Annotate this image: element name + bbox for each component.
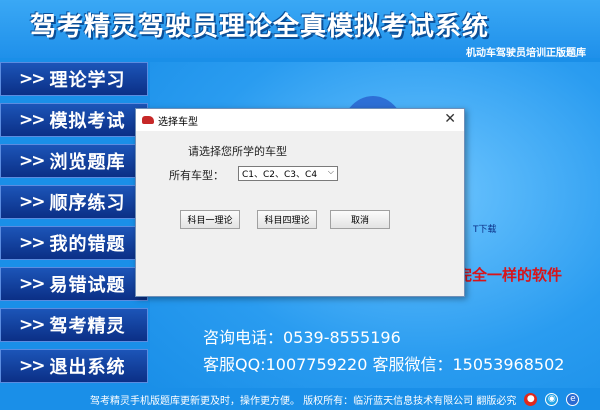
double-chevron-icon: >>	[19, 233, 45, 253]
nav-sequential-practice[interactable]: >> 顺序练习	[0, 185, 148, 219]
car-icon	[142, 116, 154, 124]
nav-label: 浏览题库	[49, 152, 126, 173]
nav-browse-bank[interactable]: >> 浏览题库	[0, 144, 148, 178]
footer: 驾考精灵手机版题库更新更及时，操作更方便。 版权所有：临沂蓝天信息技术有限公司 …	[0, 388, 600, 410]
dialog-title: 选择车型	[158, 116, 198, 128]
dialog-prompt: 请选择您所学的车型	[188, 145, 287, 158]
contact-qq-wechat: 客服QQ:1007759220 客服微信：15053968502	[203, 355, 565, 374]
nav-theory-study[interactable]: >> 理论学习	[0, 62, 148, 96]
double-chevron-icon: >>	[19, 69, 45, 89]
double-chevron-icon: >>	[19, 110, 45, 130]
nav-exit-system[interactable]: >> 退出系统	[0, 349, 148, 383]
nav-my-mistakes[interactable]: >> 我的错题	[0, 226, 148, 260]
nav-label: 理论学习	[49, 70, 126, 91]
nav-label: 顺序练习	[49, 193, 126, 214]
nav-mock-exam[interactable]: >> 模拟考试	[0, 103, 148, 137]
chevron-down-icon: ⌵	[327, 167, 334, 176]
app-subtitle: 机动车驾驶员培训正版题库	[466, 48, 586, 59]
browser-icon[interactable]: e	[566, 392, 580, 406]
subject1-theory-button[interactable]: 科目一理论	[180, 210, 240, 229]
nav-label: 模拟考试	[49, 111, 126, 132]
nav-label: 驾考精灵	[49, 316, 126, 337]
nav-label: 我的错题	[49, 234, 126, 255]
sidebar: >> 理论学习 >> 模拟考试 >> 浏览题库 >> 顺序练习 >> 我的错题 …	[0, 62, 150, 390]
tagline: 完全一样的软件	[457, 266, 563, 284]
weibo-icon[interactable]: ●	[524, 392, 538, 406]
subject4-theory-button[interactable]: 科目四理论	[257, 210, 317, 229]
contact-phone: 咨询电话：0539-8555196	[203, 328, 401, 347]
app-title: 驾考精灵驾驶员理论全真模拟考试系统	[30, 12, 490, 42]
vehicle-type-label: 所有车型：	[169, 169, 224, 182]
vehicle-type-value: C1、C2、C3、C4	[242, 170, 318, 180]
double-chevron-icon: >>	[19, 274, 45, 294]
close-icon[interactable]: ✕	[444, 111, 456, 127]
qq-icon[interactable]: ◉	[545, 392, 559, 406]
double-chevron-icon: >>	[19, 151, 45, 171]
download-link[interactable]: T下载	[473, 222, 497, 235]
double-chevron-icon: >>	[19, 192, 45, 212]
nav-label: 退出系统	[49, 357, 126, 378]
select-vehicle-dialog: 选择车型 ✕ 请选择您所学的车型 所有车型： C1、C2、C3、C4 ⌵ 科目一…	[135, 108, 465, 297]
vehicle-type-select[interactable]: C1、C2、C3、C4 ⌵	[238, 166, 338, 181]
footer-text: 驾考精灵手机版题库更新更及时，操作更方便。 版权所有：临沂蓝天信息技术有限公司 …	[90, 395, 517, 407]
app-header: 驾考精灵驾驶员理论全真模拟考试系统 机动车驾驶员培训正版题库	[0, 0, 600, 59]
nav-jiakao-jingling[interactable]: >> 驾考精灵	[0, 308, 148, 342]
dialog-titlebar[interactable]: 选择车型 ✕	[136, 109, 464, 131]
double-chevron-icon: >>	[19, 356, 45, 376]
nav-error-prone[interactable]: >> 易错试题	[0, 267, 148, 301]
nav-label: 易错试题	[49, 275, 126, 296]
double-chevron-icon: >>	[19, 315, 45, 335]
cancel-button[interactable]: 取消	[330, 210, 390, 229]
